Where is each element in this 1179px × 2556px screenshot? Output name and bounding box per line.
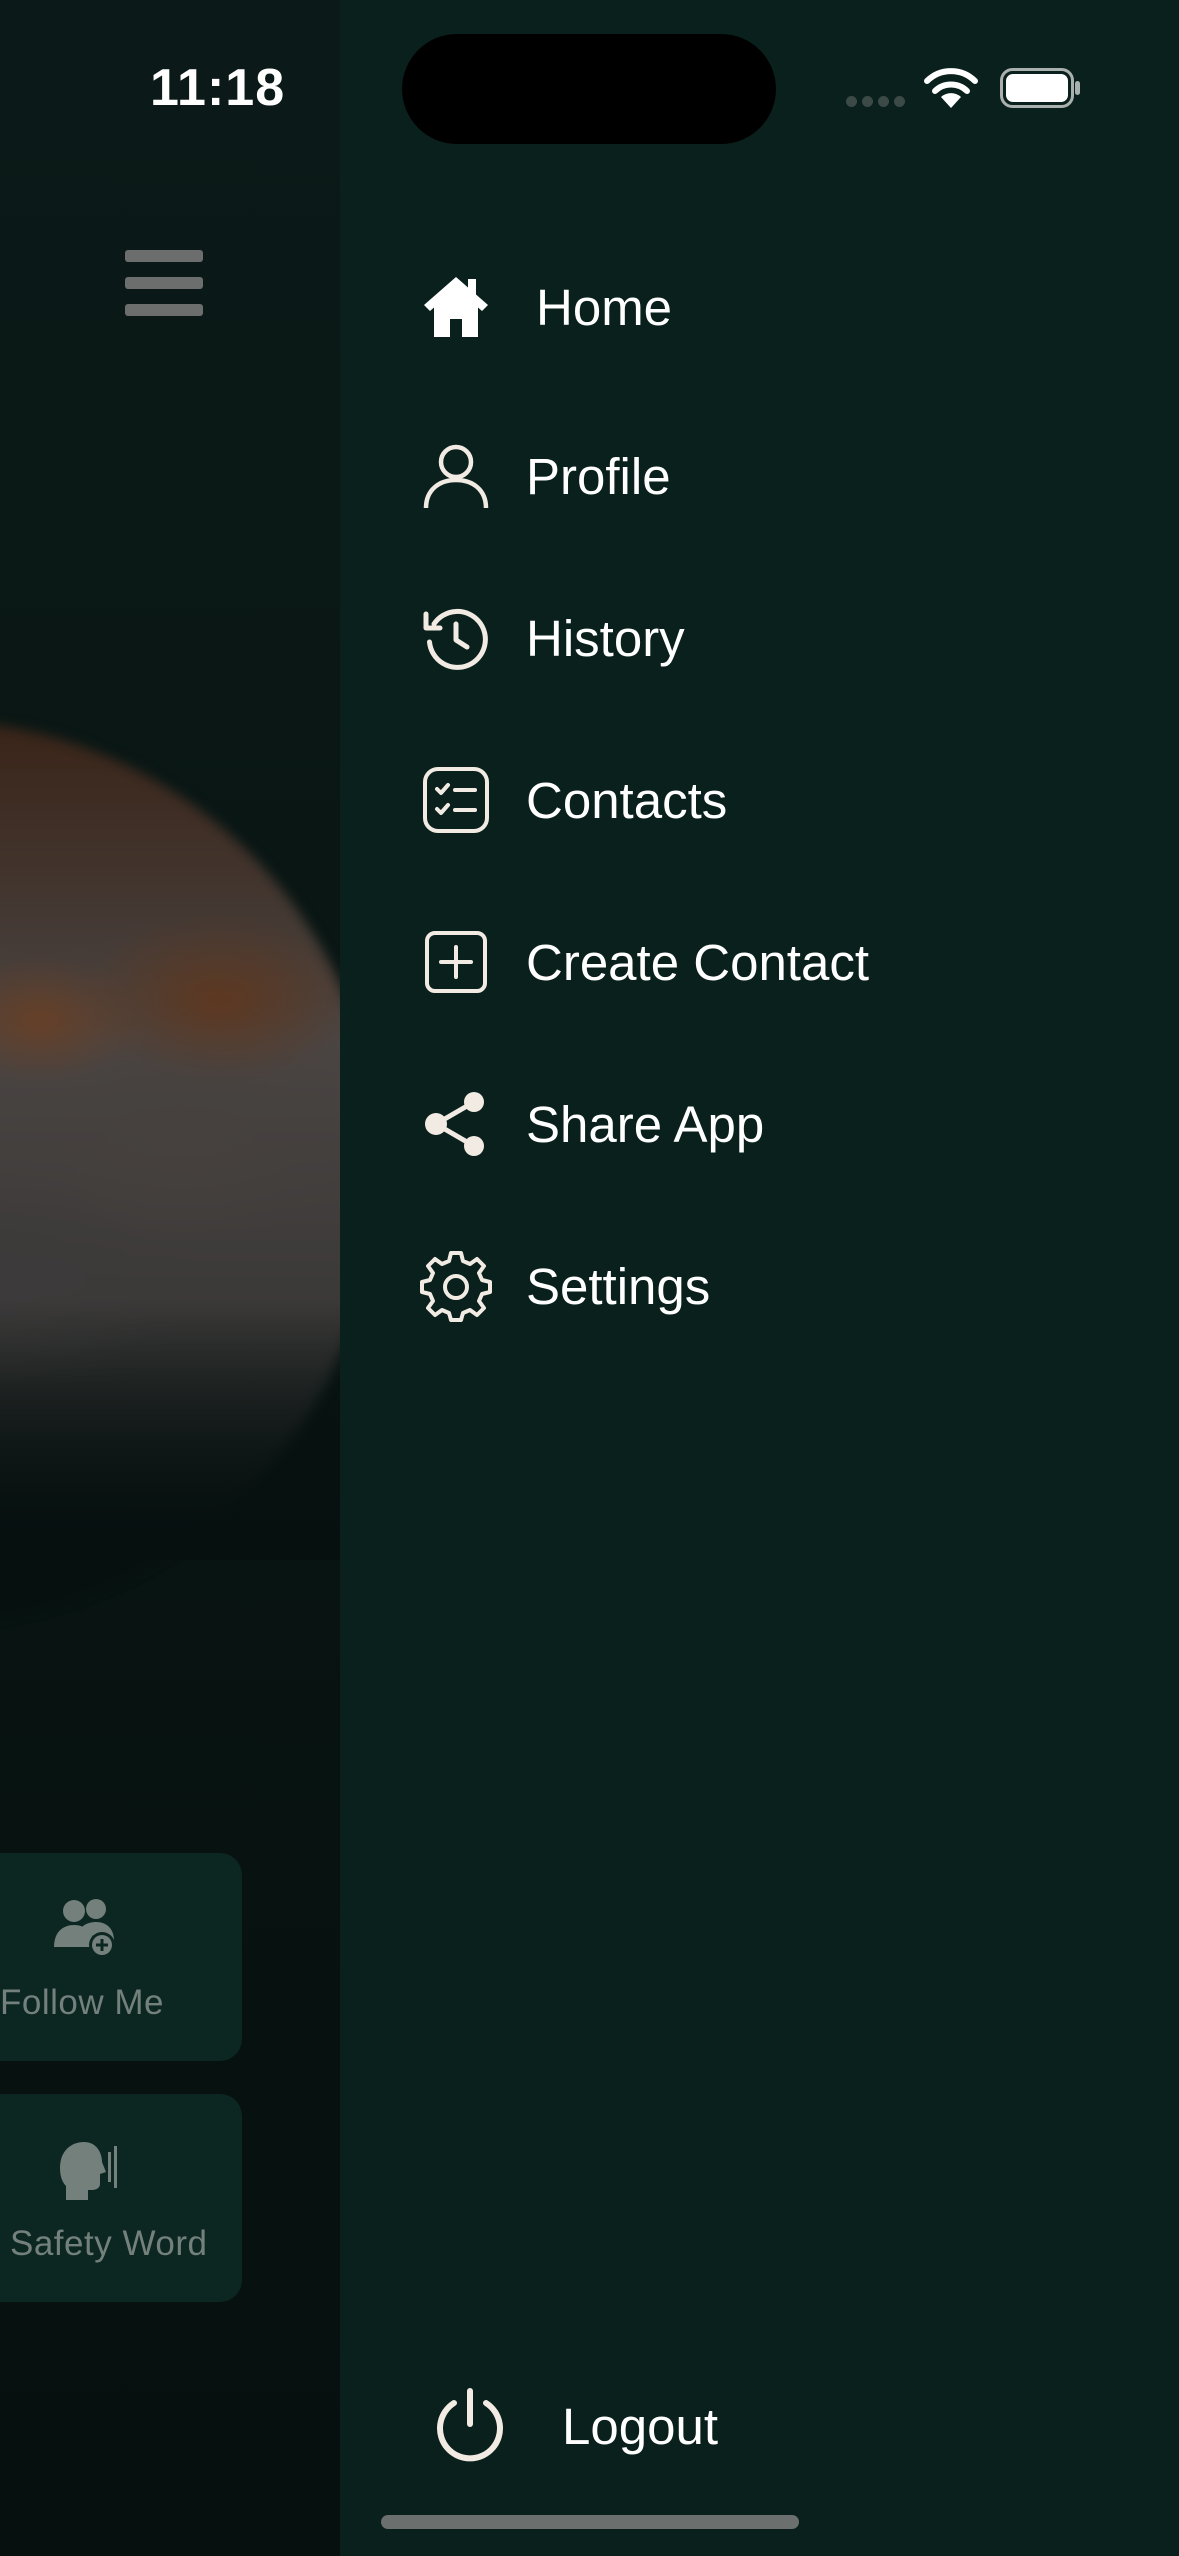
speaking-head-icon (52, 2138, 122, 2202)
drawer-item-home[interactable]: Home (420, 257, 672, 357)
power-icon (430, 2386, 510, 2466)
dynamic-island (402, 34, 776, 144)
drawer-item-label: Home (536, 278, 673, 336)
drawer-item-label: Settings (526, 1257, 711, 1315)
people-add-icon (52, 1897, 122, 1961)
drawer-item-contacts[interactable]: Contacts (420, 750, 727, 850)
drawer-item-label: Contacts (526, 771, 728, 829)
drawer-item-settings[interactable]: Settings (420, 1236, 710, 1336)
logout-label: Logout (562, 2397, 718, 2455)
follow-me-card[interactable]: Follow Me (0, 1853, 242, 2061)
home-indicator (381, 2515, 799, 2529)
drawer-item-profile[interactable]: Profile (420, 426, 671, 526)
hamburger-menu-icon[interactable] (125, 250, 203, 316)
history-icon (420, 602, 492, 674)
drawer-item-label: Profile (526, 447, 671, 505)
checklist-icon (420, 764, 492, 836)
navigation-drawer: Home Profile History Contacts Create Con… (340, 0, 1179, 2556)
drawer-item-history[interactable]: History (420, 588, 685, 688)
drawer-item-label: Share App (526, 1095, 765, 1153)
drawer-item-label: History (526, 609, 685, 667)
cellular-signal-icon (846, 96, 906, 108)
battery-icon (1000, 68, 1082, 108)
user-icon (420, 440, 492, 512)
gear-icon (420, 1250, 492, 1322)
home-icon (420, 271, 492, 343)
safety-word-card[interactable]: Safety Word (0, 2094, 242, 2302)
drawer-item-create-contact[interactable]: Create Contact (420, 912, 869, 1012)
status-time: 11:18 (150, 59, 286, 117)
share-icon (420, 1088, 492, 1160)
follow-me-label: Follow Me (0, 1983, 164, 2022)
safety-word-label: Safety Word (10, 2224, 208, 2263)
drawer-item-label: Create Contact (526, 933, 870, 991)
logout-button[interactable]: Logout (430, 2376, 718, 2476)
plus-square-icon (420, 926, 492, 998)
wifi-icon (922, 66, 980, 110)
drawer-item-share-app[interactable]: Share App (420, 1074, 764, 1174)
background-app: Follow Me Safety Word (0, 0, 340, 2556)
